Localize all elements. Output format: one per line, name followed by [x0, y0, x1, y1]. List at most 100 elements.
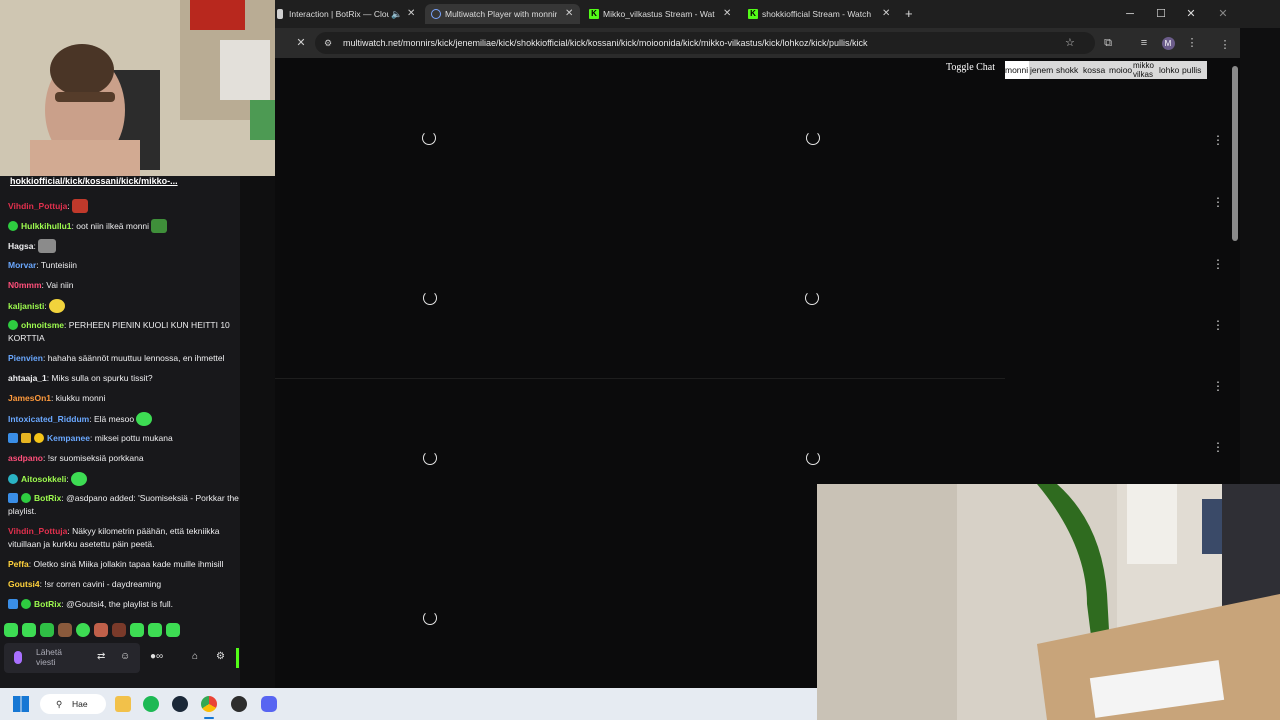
chat-username[interactable]: Morvar [8, 260, 36, 270]
chat-input[interactable]: Lähetä viesti ⇄ ☺ [4, 643, 140, 673]
more-options-icon[interactable]: ⋮ [1212, 379, 1224, 393]
chat-username[interactable]: kaljanisti [8, 301, 44, 311]
tab-botrix[interactable]: Interaction | BotRix — Clou 🔈 ✕ [275, 4, 420, 24]
chat-username[interactable]: Peffa [8, 559, 29, 569]
chat-tab-kossa[interactable]: kossa [1083, 61, 1108, 79]
chat-username[interactable]: Aitosokkeli [21, 474, 66, 484]
sub-badge-icon [8, 474, 18, 484]
chat-tab-moioo[interactable]: moioo [1109, 61, 1133, 79]
more-options-icon[interactable]: ⋮ [1212, 318, 1224, 332]
tab-close-button[interactable]: ✕ [723, 4, 731, 24]
chat-username[interactable]: ohnoitsme [21, 320, 64, 330]
side-menu-icon[interactable]: ⋮ [1217, 30, 1233, 60]
mod-badge-icon [8, 599, 18, 609]
chat-username[interactable]: Hulkkihullu1 [21, 221, 72, 231]
new-tab-button[interactable]: + [905, 4, 919, 24]
media-control-icon[interactable]: ≡ [1136, 28, 1152, 58]
chat-tab-shokk[interactable]: shokk [1056, 61, 1082, 79]
taskbar-search[interactable]: ⚲ Hae [40, 694, 106, 714]
chat-username[interactable]: Goutsi4 [8, 579, 40, 589]
minimize-button[interactable]: ─ [1115, 0, 1145, 28]
obs-icon[interactable] [231, 696, 247, 712]
chat-tab-jenem[interactable]: jenem [1030, 61, 1055, 79]
chat-text: miksei pottu mukana [94, 433, 173, 443]
url-text[interactable]: multiwatch.net/monnirs/kick/jenemiliae/k… [343, 32, 868, 54]
page-scrollbar[interactable] [1232, 66, 1238, 241]
emote-button[interactable] [22, 623, 36, 637]
emote-button[interactable] [112, 623, 126, 637]
tab-shokki[interactable]: K shokkiofficial Stream - Watch Li ✕ [748, 4, 898, 24]
send-button[interactable] [236, 648, 239, 668]
more-options-icon[interactable]: ⋮ [1212, 133, 1224, 147]
close-window-button[interactable]: ✕ [1176, 0, 1206, 28]
store-icon[interactable]: ⌂ [192, 651, 198, 662]
chat-username[interactable]: Intoxicated_Riddum [8, 414, 89, 424]
chat-panel: hokkiofficial/kick/kossani/kick/mikko-..… [0, 176, 240, 688]
chat-tab-mikko[interactable]: mikko vilkas [1133, 61, 1159, 79]
translate-icon[interactable]: ⇄ [97, 651, 105, 662]
chat-username[interactable]: ahtaaja_1 [8, 373, 47, 383]
more-options-icon[interactable]: ⋮ [1212, 195, 1224, 209]
chat-tab-lohko[interactable]: lohko [1159, 61, 1181, 79]
chat-text: hahaha säännöt muuttuu lennossa, en ihme… [47, 353, 225, 363]
tab-mikko[interactable]: K Mikko_vilkastus Stream - Watch ✕ [589, 4, 735, 24]
profile-avatar[interactable]: M [1160, 28, 1176, 58]
bookmark-star-icon[interactable]: ☆ [1065, 32, 1075, 54]
windows-start-icon[interactable] [13, 696, 29, 712]
chat-username[interactable]: BotRix [34, 493, 61, 503]
extensions-icon[interactable]: ⧉ [1100, 28, 1116, 58]
settings-gear-icon[interactable]: ⚙ [216, 651, 225, 662]
chat-message: BotRix: @asdpano added: 'Suomiseksiä - P… [8, 493, 239, 516]
emote-button[interactable] [4, 623, 18, 637]
chat-username[interactable]: Pienvien [8, 353, 43, 363]
menu-icon[interactable]: ⋮ [1184, 28, 1200, 58]
more-options-icon[interactable]: ⋮ [1212, 440, 1224, 454]
tab-multiwatch[interactable]: Multiwatch Player with monnirs ✕ [425, 4, 580, 24]
chat-username[interactable]: JamesOn1 [8, 393, 51, 403]
chat-username[interactable]: Vihdin_Pottuja [8, 526, 67, 536]
pinned-message[interactable]: hokkiofficial/kick/kossani/kick/mikko-..… [10, 176, 178, 186]
chat-tab-pullis[interactable]: pullis [1182, 61, 1207, 79]
chat-tab-monni[interactable]: monni [1005, 61, 1029, 79]
emote-button[interactable] [148, 623, 162, 637]
chat-text: !sr suomiseksiä porkkana [47, 453, 144, 463]
chat-message: N0mmm: Vai niin [8, 280, 74, 290]
loading-spinner [423, 611, 437, 625]
chat-text: !sr corren cavini - daydreaming [44, 579, 162, 589]
tab-close-button[interactable]: ✕ [882, 4, 890, 24]
chat-message: ahtaaja_1: Miks sulla on spurku tissit? [8, 373, 153, 383]
address-bar[interactable]: ⚙ multiwatch.net/monnirs/kick/jenemiliae… [315, 32, 1095, 54]
microphone-icon[interactable] [14, 651, 22, 664]
discord-icon[interactable] [261, 696, 277, 712]
spotify-icon[interactable] [143, 696, 159, 712]
emote-button[interactable] [166, 623, 180, 637]
toggle-chat-button[interactable]: Toggle Chat [946, 62, 995, 73]
points-icon[interactable]: ●∞ [150, 651, 163, 662]
emote-button[interactable] [40, 623, 54, 637]
chat-username[interactable]: asdpano [8, 453, 43, 463]
steam-icon[interactable] [172, 696, 188, 712]
chat-username[interactable]: Vihdin_Pottuja [8, 201, 67, 211]
file-explorer-icon[interactable] [115, 696, 131, 712]
emote-button[interactable] [76, 623, 90, 637]
close-icon[interactable]: ✕ [1208, 0, 1238, 28]
emote [48, 299, 65, 313]
chat-message: Kempanee: miksei pottu mukana [8, 432, 240, 445]
chat-username[interactable]: Kempanee [47, 433, 90, 443]
speaker-icon[interactable]: 🔈 [391, 4, 402, 24]
emote-button[interactable] [94, 623, 108, 637]
maximize-button[interactable]: ☐ [1146, 0, 1176, 28]
active-app-indicator [204, 717, 214, 719]
emote-button[interactable] [58, 623, 72, 637]
stop-loading-icon[interactable]: ✕ [293, 28, 309, 58]
emoji-icon[interactable]: ☺ [120, 651, 130, 662]
chat-username[interactable]: BotRix [34, 599, 61, 609]
site-info-icon[interactable]: ⚙ [324, 32, 332, 54]
chat-username[interactable]: N0mmm [8, 280, 42, 290]
emote-button[interactable] [130, 623, 144, 637]
tab-close-button[interactable]: ✕ [565, 4, 573, 24]
chat-username[interactable]: Hagsa [8, 241, 34, 251]
more-options-icon[interactable]: ⋮ [1212, 257, 1224, 271]
chrome-icon[interactable] [201, 696, 217, 712]
tab-close-button[interactable]: ✕ [407, 4, 415, 24]
